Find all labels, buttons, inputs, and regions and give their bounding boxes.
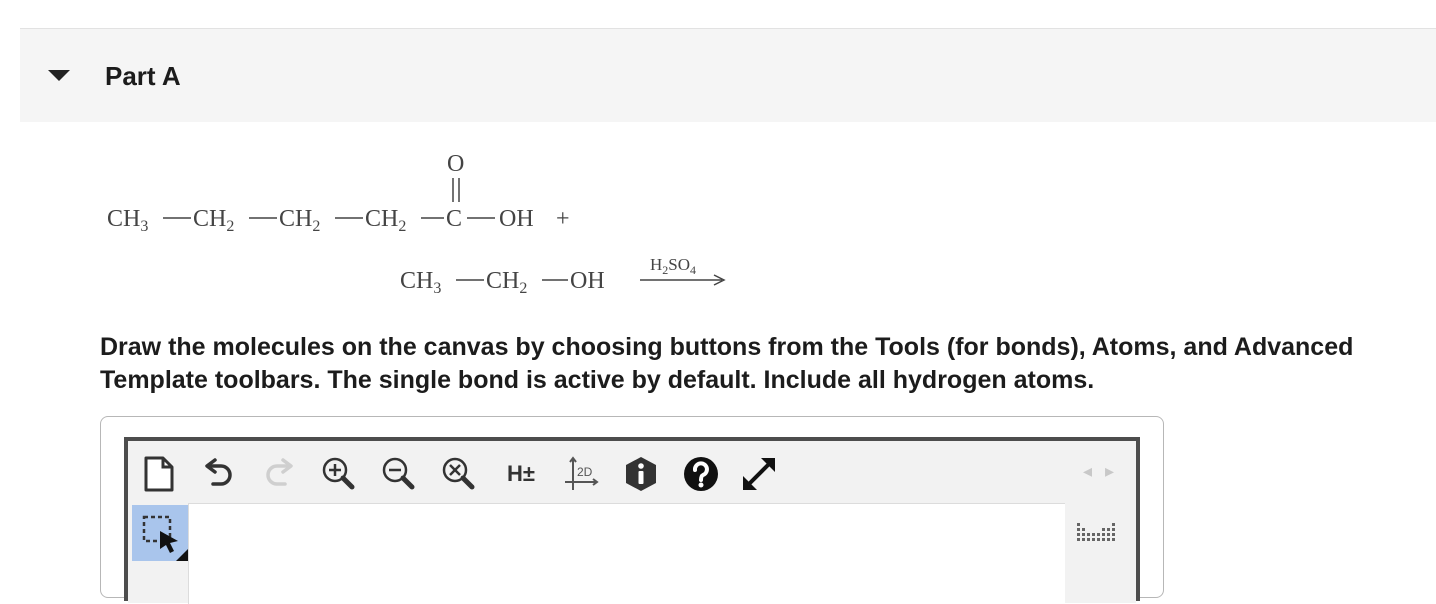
select-cursor-icon [142, 515, 188, 561]
ch2-group-2: CH [279, 206, 312, 232]
svg-text:CH3: CH3 [400, 268, 441, 297]
undo-icon [205, 458, 232, 486]
new-document-button[interactable] [138, 453, 180, 495]
catalyst-label: H2SO4 [650, 255, 696, 277]
reaction-svg: O CH3 CH2 CH2 CH2 C OH + CH3 CH2 OH H2SO… [107, 151, 726, 297]
molecule-editor: H± 2D ◂ ▸ [124, 437, 1140, 604]
clean-2d-button[interactable]: 2D [560, 453, 602, 495]
ch3-group: CH [107, 206, 140, 232]
info-hexagon-icon [626, 457, 656, 491]
toggle-hydrogens-button[interactable]: H± [500, 453, 542, 495]
reaction-scheme: O CH3 CH2 CH2 CH2 C OH + CH3 CH2 OH H2SO… [90, 140, 790, 310]
zoom-reset-button[interactable] [438, 453, 480, 495]
clean-2d-icon: 2D [565, 456, 599, 490]
atoms-toolbar [1065, 503, 1136, 603]
zoom-in-button[interactable] [318, 453, 360, 495]
periodic-table-icon [1077, 523, 1115, 541]
toggle-hydrogens-label: H± [507, 461, 535, 486]
undo-button[interactable] [198, 453, 240, 495]
ch2-group-3: CH [365, 206, 398, 232]
zoom-in-icon [322, 457, 355, 490]
expand-arrows-icon [743, 458, 775, 490]
zoom-reset-icon [442, 457, 475, 490]
part-header[interactable] [20, 29, 1436, 122]
zoom-out-button[interactable] [378, 453, 420, 495]
ethanol-ch3: CH [400, 268, 433, 294]
hydroxyl-group: OH [499, 206, 534, 232]
new-document-icon [144, 456, 174, 492]
svg-text:2D: 2D [577, 465, 593, 479]
editor-toolbar: H± 2D ◂ ▸ [128, 441, 1136, 505]
fullscreen-button[interactable] [738, 453, 780, 495]
part-title: Part A [105, 61, 181, 91]
redo-icon [266, 458, 293, 486]
plus-sign: + [556, 206, 570, 232]
collapse-caret-icon[interactable] [48, 70, 70, 81]
help-button[interactable] [680, 453, 722, 495]
svg-text:CH3: CH3 [107, 206, 148, 235]
help-circle-icon [684, 457, 718, 491]
svg-text:CH2: CH2 [486, 268, 527, 297]
redo-button[interactable] [258, 453, 300, 495]
toolbar-scroll-arrows[interactable]: ◂ ▸ [1083, 461, 1118, 482]
svg-text:CH2: CH2 [365, 206, 406, 235]
svg-text:CH2: CH2 [279, 206, 320, 235]
info-button[interactable] [620, 453, 662, 495]
drawing-canvas[interactable] [188, 503, 1065, 604]
instructions-text: Draw the molecules on the canvas by choo… [100, 333, 1354, 394]
rectangle-select-tool[interactable] [132, 505, 188, 561]
tools-toolbar [128, 503, 188, 603]
zoom-out-icon [382, 457, 415, 490]
ethanol-ch2: CH [486, 268, 519, 294]
ch2-group-1: CH [193, 206, 226, 232]
ethanol-oh: OH [570, 268, 605, 294]
carbonyl-carbon: C [446, 206, 462, 232]
carbonyl-oxygen: O [447, 151, 464, 177]
svg-text:CH2: CH2 [193, 206, 234, 235]
